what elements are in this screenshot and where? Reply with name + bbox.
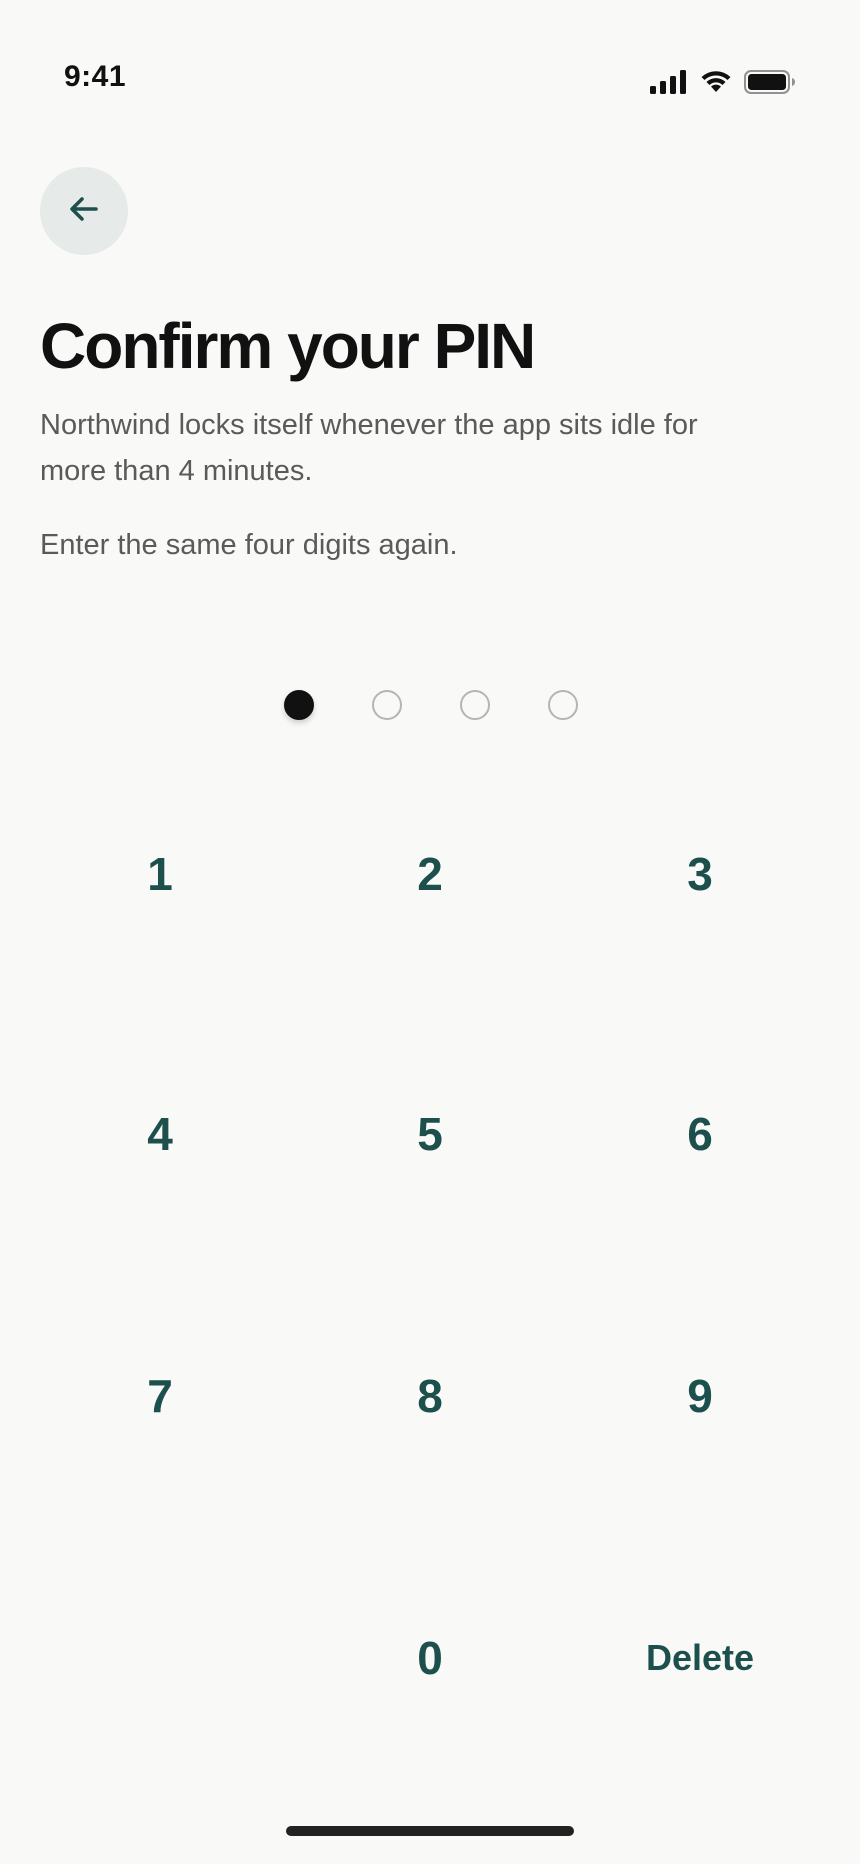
pin-indicator [0, 690, 860, 724]
pin-dot [460, 690, 490, 720]
instruction-text: Enter the same four digits again. [40, 529, 458, 561]
status-icons [650, 70, 796, 99]
key-6[interactable]: 6 [580, 1064, 820, 1204]
home-indicator[interactable] [286, 1826, 574, 1836]
key-1[interactable]: 1 [40, 804, 280, 944]
numeric-keypad: 1 2 3 4 5 6 7 8 9 0 Delete [0, 0, 860, 1864]
page-title: Confirm your PIN [40, 310, 536, 382]
key-0[interactable]: 0 [310, 1588, 550, 1728]
status-time: 9:41 [64, 60, 127, 93]
key-8[interactable]: 8 [310, 1326, 550, 1466]
key-3[interactable]: 3 [580, 804, 820, 944]
pin-dot [548, 690, 578, 720]
description-text: Northwind locks itself whenever the app … [40, 409, 698, 487]
pin-dot [284, 690, 314, 720]
key-9[interactable]: 9 [580, 1326, 820, 1466]
battery-icon [744, 70, 796, 99]
signal-icon [650, 70, 688, 99]
wifi-icon [700, 70, 732, 99]
key-4[interactable]: 4 [40, 1064, 280, 1204]
delete-button[interactable]: Delete [580, 1588, 820, 1728]
status-bar: 9:41 [0, 0, 860, 110]
key-5[interactable]: 5 [310, 1064, 550, 1204]
key-7[interactable]: 7 [40, 1326, 280, 1466]
pin-dot [372, 690, 402, 720]
arrow-left-icon [66, 191, 102, 232]
key-2[interactable]: 2 [310, 804, 550, 944]
back-button[interactable] [40, 167, 128, 255]
